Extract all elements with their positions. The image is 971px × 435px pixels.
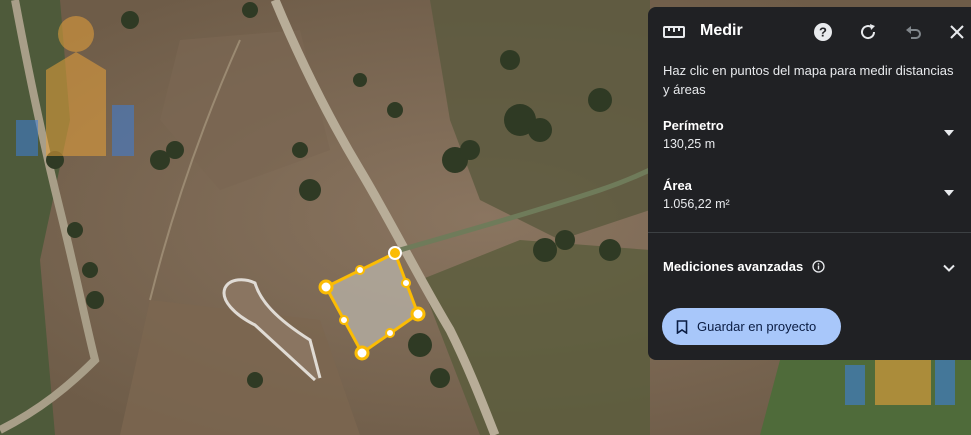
undo-icon xyxy=(906,26,921,39)
svg-text:?: ? xyxy=(819,25,827,40)
refresh-icon xyxy=(861,24,876,40)
watermark-logo xyxy=(16,16,134,156)
advanced-measurements-row[interactable]: Mediciones avanzadas xyxy=(663,258,956,278)
measure-midpoint[interactable] xyxy=(339,315,349,325)
panel-divider xyxy=(648,232,971,233)
measure-vertex[interactable] xyxy=(410,306,426,322)
measure-vertex[interactable] xyxy=(318,279,334,295)
undo-button[interactable] xyxy=(901,20,925,44)
chevron-down-icon[interactable] xyxy=(942,261,956,275)
measure-instructions: Haz clic en puntos del mapa para medir d… xyxy=(663,63,954,97)
measure-midpoint[interactable] xyxy=(355,265,365,275)
measure-vertex[interactable] xyxy=(388,246,402,260)
chevron-down-icon[interactable] xyxy=(942,186,956,200)
perimeter-value: 130,25 m xyxy=(663,137,716,151)
save-to-project-label: Guardar en proyecto xyxy=(697,319,817,334)
close-button[interactable] xyxy=(945,20,969,44)
perimeter-row[interactable]: Perímetro 130,25 m xyxy=(663,117,956,153)
area-value: 1.056,22 m² xyxy=(663,197,730,211)
close-icon xyxy=(950,25,964,39)
area-row[interactable]: Área 1.056,22 m² xyxy=(663,177,956,213)
area-label: Área xyxy=(663,178,692,193)
refresh-button[interactable] xyxy=(856,20,880,44)
measure-vertex[interactable] xyxy=(354,345,370,361)
perimeter-label: Perímetro xyxy=(663,118,724,133)
panel-header: Medir ? xyxy=(648,7,971,57)
advanced-measurements-label: Mediciones avanzadas xyxy=(663,259,804,274)
panel-title: Medir xyxy=(700,22,743,39)
measured-area-polygon xyxy=(323,250,420,356)
help-icon: ? xyxy=(814,23,832,41)
measure-midpoint[interactable] xyxy=(385,328,395,338)
help-button[interactable]: ? xyxy=(811,20,835,44)
save-to-project-button[interactable]: Guardar en proyecto xyxy=(662,308,841,345)
bookmark-icon xyxy=(676,319,688,334)
ruler-icon xyxy=(663,26,685,38)
measure-midpoint[interactable] xyxy=(401,278,411,288)
chevron-down-icon[interactable] xyxy=(942,126,956,140)
info-icon[interactable] xyxy=(811,260,825,273)
measure-panel: Medir ? Haz clic en puntos del mapa para… xyxy=(648,7,971,360)
